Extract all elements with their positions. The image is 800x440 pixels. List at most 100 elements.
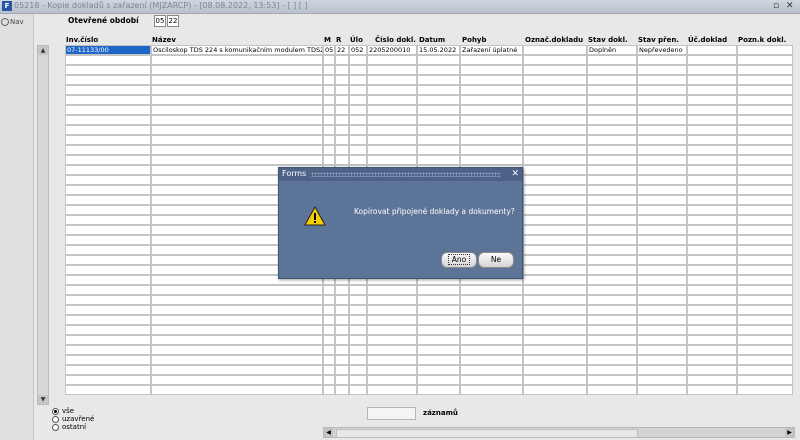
table-cell-nazev[interactable] [151, 85, 323, 95]
table-cell-ucdoklad[interactable] [687, 265, 737, 275]
table-cell-datum[interactable] [417, 295, 460, 305]
table-cell-m[interactable] [323, 75, 335, 85]
table-cell-pohyb[interactable] [460, 155, 523, 165]
table-cell-inv[interactable] [65, 65, 151, 75]
table-cell-ucdoklad[interactable] [687, 165, 737, 175]
table-row[interactable] [65, 115, 793, 125]
table-cell-stavpren[interactable]: Nepřevedeno [637, 45, 687, 55]
table-cell-pozn[interactable] [737, 245, 793, 255]
table-cell-stav[interactable] [587, 235, 637, 245]
table-cell-datum[interactable] [417, 135, 460, 145]
table-cell-ucdoklad[interactable] [687, 255, 737, 265]
table-cell-datum[interactable] [417, 315, 460, 325]
table-cell-pozn[interactable] [737, 185, 793, 195]
table-cell-pozn[interactable] [737, 235, 793, 245]
filter-option-other[interactable]: ostatní [52, 423, 94, 431]
dialog-drag-handle[interactable] [311, 172, 501, 177]
table-cell-pozn[interactable] [737, 175, 793, 185]
table-cell-inv[interactable] [65, 75, 151, 85]
table-cell-m[interactable] [323, 355, 335, 365]
table-cell-ucdoklad[interactable] [687, 325, 737, 335]
table-cell-pohyb[interactable] [460, 375, 523, 385]
table-cell-oznac[interactable] [523, 65, 587, 75]
table-cell-stavpren[interactable] [637, 125, 687, 135]
table-cell-datum[interactable] [417, 95, 460, 105]
table-cell-datum[interactable] [417, 285, 460, 295]
table-cell-r[interactable] [335, 75, 349, 85]
table-cell-pozn[interactable] [737, 275, 793, 285]
table-cell-m[interactable] [323, 115, 335, 125]
table-cell-ulo[interactable]: 052 [349, 45, 367, 55]
table-cell-stavpren[interactable] [637, 205, 687, 215]
table-cell-stavpren[interactable] [637, 335, 687, 345]
table-cell-stav[interactable] [587, 95, 637, 105]
table-cell-m[interactable] [323, 85, 335, 95]
table-cell-cislo[interactable]: 2205200010 [367, 45, 417, 55]
table-cell-pozn[interactable] [737, 145, 793, 155]
table-cell-r[interactable] [335, 105, 349, 115]
table-cell-ulo[interactable] [349, 385, 367, 395]
table-cell-r[interactable] [335, 155, 349, 165]
table-cell-stav[interactable] [587, 255, 637, 265]
table-cell-m[interactable] [323, 155, 335, 165]
table-cell-inv[interactable] [65, 205, 151, 215]
table-cell-inv[interactable] [65, 255, 151, 265]
table-cell-inv[interactable] [65, 105, 151, 115]
table-cell-stavpren[interactable] [637, 115, 687, 125]
filter-option-closed[interactable]: uzavřené [52, 415, 94, 423]
close-icon[interactable]: ✕ [786, 0, 794, 13]
table-cell-pozn[interactable] [737, 335, 793, 345]
table-cell-inv[interactable] [65, 235, 151, 245]
table-cell-pozn[interactable] [737, 95, 793, 105]
table-cell-ucdoklad[interactable] [687, 365, 737, 375]
table-cell-cislo[interactable] [367, 375, 417, 385]
table-cell-m[interactable] [323, 295, 335, 305]
table-cell-m[interactable] [323, 55, 335, 65]
table-cell-pohyb[interactable] [460, 315, 523, 325]
table-cell-ulo[interactable] [349, 295, 367, 305]
table-cell-r[interactable] [335, 295, 349, 305]
table-cell-stav[interactable] [587, 345, 637, 355]
table-cell-pohyb[interactable] [460, 55, 523, 65]
table-cell-inv[interactable] [65, 325, 151, 335]
table-cell-cislo[interactable] [367, 315, 417, 325]
table-cell-stavpren[interactable] [637, 345, 687, 355]
table-cell-pozn[interactable] [737, 265, 793, 275]
scroll-thumb[interactable] [336, 429, 638, 438]
table-row[interactable] [65, 105, 793, 115]
table-cell-pozn[interactable] [737, 225, 793, 235]
table-cell-stavpren[interactable] [637, 285, 687, 295]
table-cell-nazev[interactable] [151, 325, 323, 335]
table-cell-datum[interactable] [417, 115, 460, 125]
table-cell-nazev[interactable] [151, 375, 323, 385]
table-cell-m[interactable] [323, 325, 335, 335]
table-cell-stav[interactable] [587, 105, 637, 115]
table-cell-oznac[interactable] [523, 215, 587, 225]
table-cell-stavpren[interactable] [637, 305, 687, 315]
table-cell-stavpren[interactable] [637, 105, 687, 115]
table-cell-pozn[interactable] [737, 75, 793, 85]
table-cell-ucdoklad[interactable] [687, 245, 737, 255]
table-cell-stav[interactable] [587, 275, 637, 285]
table-cell-m[interactable] [323, 145, 335, 155]
table-cell-m[interactable] [323, 375, 335, 385]
table-cell-ucdoklad[interactable] [687, 135, 737, 145]
table-cell-inv[interactable] [65, 155, 151, 165]
table-row[interactable] [65, 135, 793, 145]
table-cell-datum[interactable]: 15.05.2022 [417, 45, 460, 55]
table-cell-ucdoklad[interactable] [687, 285, 737, 295]
table-cell-pohyb[interactable] [460, 85, 523, 95]
table-cell-r[interactable] [335, 125, 349, 135]
table-cell-inv[interactable] [65, 335, 151, 345]
table-cell-stav[interactable] [587, 225, 637, 235]
table-cell-inv[interactable] [65, 135, 151, 145]
table-cell-stav[interactable] [587, 285, 637, 295]
table-cell-stav[interactable] [587, 385, 637, 395]
table-cell-oznac[interactable] [523, 165, 587, 175]
table-cell-inv[interactable] [65, 355, 151, 365]
yes-button[interactable]: Ano [441, 252, 477, 268]
table-cell-m[interactable]: 05 [323, 45, 335, 55]
table-cell-pozn[interactable] [737, 205, 793, 215]
table-cell-datum[interactable] [417, 355, 460, 365]
table-cell-nazev[interactable] [151, 355, 323, 365]
